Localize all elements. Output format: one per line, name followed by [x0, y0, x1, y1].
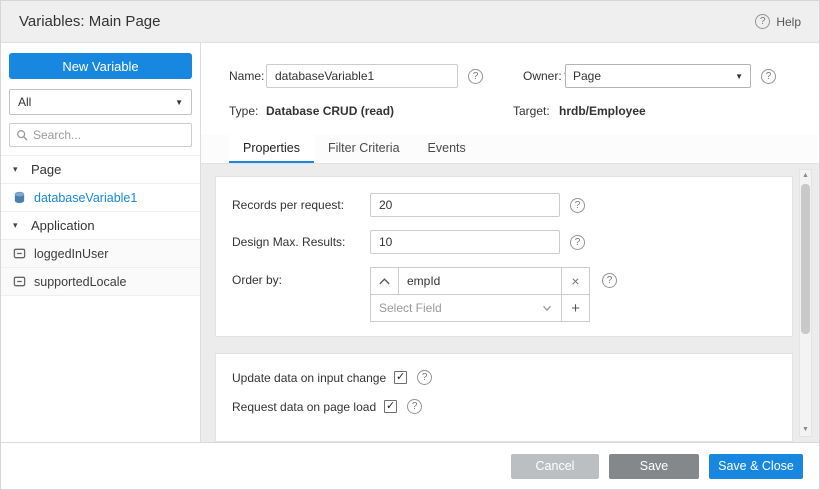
target-value: hrdb/Employee: [559, 104, 646, 118]
design-max-help-icon[interactable]: ?: [570, 235, 585, 250]
order-by-field-input[interactable]: [398, 267, 562, 295]
main-panel: Name:* ? Owner:* Page ▼ ? Type: Database…: [201, 43, 819, 442]
check-icon: ✓: [396, 372, 405, 383]
save-and-close-button[interactable]: Save & Close: [709, 454, 803, 479]
static-variable-icon: [13, 275, 26, 288]
sidebar: New Variable All ▼ ▾ Page: [1, 43, 201, 442]
request-help-icon[interactable]: ?: [407, 399, 422, 414]
header: Variables: Main Page ? Help: [1, 1, 819, 43]
new-variable-button[interactable]: New Variable: [9, 53, 192, 79]
order-by-label: Order by:: [232, 267, 370, 287]
page-title: Variables: Main Page: [19, 13, 160, 30]
design-max-results-label: Design Max. Results:: [232, 235, 370, 249]
type-value: Database CRUD (read): [266, 104, 513, 118]
type-label: Type:: [229, 104, 266, 118]
behavior-settings-card: Update data on input change ✓ ? Request …: [215, 353, 793, 442]
chevron-down-icon: [541, 302, 553, 314]
update-help-icon[interactable]: ?: [417, 370, 432, 385]
owner-select-value: Page: [573, 69, 601, 83]
help-question-icon: ?: [755, 14, 770, 29]
name-label: Name:*: [229, 69, 266, 83]
close-icon: ×: [571, 273, 579, 289]
tab-properties[interactable]: Properties: [229, 135, 314, 163]
scroll-down-icon[interactable]: ▼: [800, 424, 811, 436]
update-on-input-change-label: Update data on input change: [232, 371, 386, 385]
tree-group-page[interactable]: ▾ Page: [1, 156, 200, 184]
owner-select[interactable]: Page ▼: [565, 64, 751, 88]
chevron-down-icon: ▼: [735, 72, 743, 81]
variables-dialog: Variables: Main Page ? Help New Variable…: [0, 0, 820, 490]
tab-filter-criteria[interactable]: Filter Criteria: [314, 135, 414, 163]
chevron-up-icon: [378, 276, 391, 287]
database-variable-icon: [13, 191, 26, 204]
name-input[interactable]: [266, 64, 458, 88]
content-scrollbar[interactable]: ▲ ▼: [799, 169, 812, 437]
name-help-icon[interactable]: ?: [468, 69, 483, 84]
add-order-field-button[interactable]: +: [561, 294, 590, 322]
cancel-button[interactable]: Cancel: [511, 454, 599, 479]
select-field-placeholder: Select Field: [379, 301, 442, 315]
target-label: Target:: [513, 104, 559, 118]
owner-help-icon[interactable]: ?: [761, 69, 776, 84]
caret-down-icon: ▾: [13, 220, 23, 231]
records-per-request-input[interactable]: [370, 193, 560, 217]
tab-bar: Properties Filter Criteria Events: [201, 135, 819, 164]
tree-group-application[interactable]: ▾ Application: [1, 212, 200, 240]
tree-item-label: supportedLocale: [34, 275, 126, 289]
plus-icon: +: [571, 300, 580, 317]
help-label: Help: [776, 15, 801, 29]
search-input[interactable]: [33, 128, 185, 142]
records-help-icon[interactable]: ?: [570, 198, 585, 213]
check-icon: ✓: [386, 401, 395, 412]
tree-item-supported-locale[interactable]: supportedLocale: [1, 268, 200, 296]
search-icon: [16, 129, 28, 141]
scrollbar-thumb[interactable]: [801, 184, 810, 334]
select-field-dropdown[interactable]: Select Field: [370, 294, 562, 322]
order-direction-button[interactable]: [370, 267, 399, 295]
chevron-down-icon: ▼: [175, 98, 183, 107]
design-max-results-input[interactable]: [370, 230, 560, 254]
properties-tab-content: Records per request: ? Design Max. Resul…: [201, 164, 819, 442]
variable-filter-select[interactable]: All ▼: [9, 89, 192, 115]
tree-item-label: loggedInUser: [34, 247, 108, 261]
update-on-input-change-checkbox[interactable]: ✓: [394, 371, 407, 384]
records-per-request-label: Records per request:: [232, 198, 370, 212]
tree-item-logged-in-user[interactable]: loggedInUser: [1, 240, 200, 268]
variable-tree: ▾ Page databaseVariable1 ▾ Application: [1, 155, 200, 442]
tree-group-label: Application: [31, 218, 95, 233]
remove-order-field-button[interactable]: ×: [561, 267, 590, 295]
save-button[interactable]: Save: [609, 454, 699, 479]
tree-item-database-variable[interactable]: databaseVariable1: [1, 184, 200, 212]
tree-group-label: Page: [31, 162, 61, 177]
search-box: [9, 123, 192, 147]
request-on-page-load-label: Request data on page load: [232, 400, 376, 414]
variable-filter-value: All: [18, 95, 31, 109]
data-settings-card: Records per request: ? Design Max. Resul…: [215, 176, 793, 337]
request-on-page-load-checkbox[interactable]: ✓: [384, 400, 397, 413]
scroll-up-icon[interactable]: ▲: [800, 170, 811, 182]
order-by-control: × Select Field +: [370, 267, 590, 322]
order-by-help-icon[interactable]: ?: [602, 273, 617, 288]
dialog-body: New Variable All ▼ ▾ Page: [1, 43, 819, 442]
tree-item-label: databaseVariable1: [34, 191, 137, 205]
owner-label: Owner:*: [523, 69, 565, 83]
variable-header-form: Name:* ? Owner:* Page ▼ ? Type: Database…: [201, 43, 819, 135]
caret-down-icon: ▾: [13, 164, 23, 175]
tab-events[interactable]: Events: [414, 135, 480, 163]
footer: Cancel Save Save & Close: [1, 442, 819, 489]
help-button[interactable]: ? Help: [755, 14, 801, 29]
static-variable-icon: [13, 247, 26, 260]
